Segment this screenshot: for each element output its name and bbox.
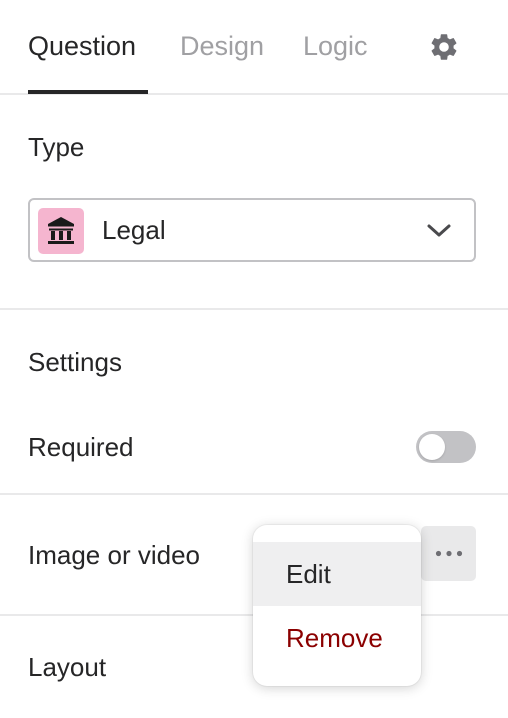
question-settings-panel: Question Design Logic Type Legal Setting…: [0, 0, 508, 718]
bank-icon: [48, 217, 74, 244]
selected-type-label: Legal: [102, 215, 166, 245]
menu-item-remove[interactable]: Remove: [253, 606, 421, 670]
required-toggle[interactable]: [416, 431, 476, 463]
menu-item-edit[interactable]: Edit: [253, 542, 421, 606]
tab-question[interactable]: Question: [28, 28, 136, 64]
type-icon-badge: [38, 208, 84, 254]
section-divider: [0, 308, 508, 310]
more-horizontal-icon: [435, 550, 463, 557]
tab-bar: Question Design Logic: [0, 0, 508, 95]
layout-section-title: Layout: [28, 652, 107, 682]
type-section-title: Type: [28, 132, 85, 162]
settings-section-title: Settings: [28, 347, 122, 377]
question-type-dropdown[interactable]: Legal: [28, 198, 476, 262]
image-or-video-label: Image or video: [28, 540, 200, 570]
media-options-button[interactable]: [421, 526, 476, 581]
gear-icon[interactable]: [428, 31, 460, 63]
tab-logic[interactable]: Logic: [303, 28, 368, 64]
section-divider: [0, 493, 508, 495]
chevron-down-icon: [427, 224, 451, 237]
toggle-knob: [419, 434, 445, 460]
tab-design[interactable]: Design: [180, 28, 264, 64]
media-options-menu: Edit Remove: [253, 525, 421, 686]
active-tab-indicator: [28, 90, 148, 94]
required-label: Required: [28, 432, 134, 462]
